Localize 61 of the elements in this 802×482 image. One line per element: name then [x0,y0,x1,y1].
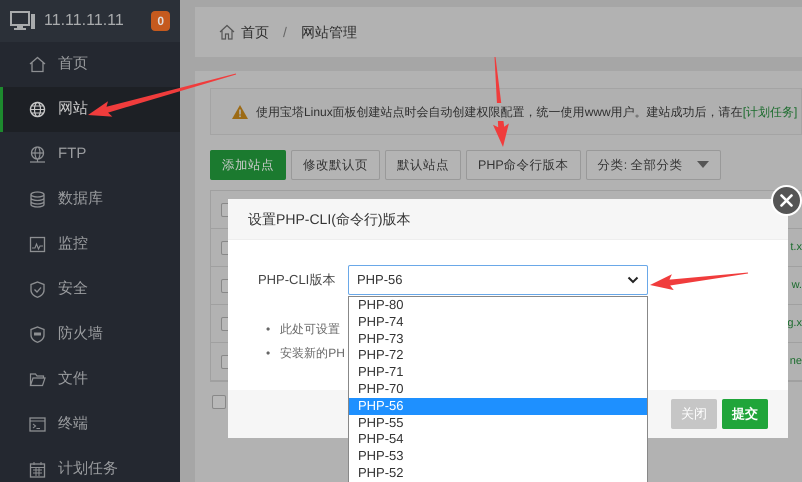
breadcrumb-separator: / [283,22,287,42]
toolbar-button[interactable]: 默认站点 [385,150,461,180]
sidebar-item[interactable]: FTP [0,132,180,177]
toolbar-button[interactable]: 修改默认页 [291,150,380,180]
field-label: PHP-CLI版本 [258,271,336,290]
dropdown-option[interactable]: PHP-70 [349,380,647,398]
shield-icon [29,326,46,343]
table-cell-text: w. [792,278,802,294]
dropdown-option[interactable]: PHP-56 [349,398,647,415]
dropdown-option[interactable]: PHP-73 [349,330,647,348]
dropdown-option[interactable]: PHP-53 [349,448,647,465]
sidebar-item[interactable]: 计划任务 [0,447,180,482]
calendar-icon [29,461,46,478]
dropdown-option[interactable]: PHP-71 [349,364,647,381]
database-icon [29,191,46,208]
terminal-icon [29,416,46,433]
shield-icon [29,281,46,298]
dialog-title: 设置PHP-CLI(命令行)版本 [248,210,411,229]
breadcrumb-link[interactable]: 首页 [241,22,269,42]
globe-icon [29,146,46,163]
sidebar-item[interactable]: 网站 [0,87,180,132]
notice-text: 使用宝塔Linux面板创建站点时会自动创建权限配置，统一使用www用户。建站成功后，请在[计划任务] [256,102,798,120]
dropdown-option[interactable]: PHP-55 [349,414,647,432]
chart-icon [29,236,46,253]
dropdown-option[interactable]: PHP-52 [349,464,647,482]
version-select[interactable]: PHP-56 [348,265,648,295]
sidebar-item[interactable]: 监控 [0,222,180,267]
notification-count[interactable]: 0 [151,11,170,31]
select-all-checkbox[interactable] [212,395,226,409]
table-cell-text: ne [790,354,802,370]
sidebar-item[interactable]: 防火墙 [0,312,180,357]
sidebar-item[interactable]: 文件 [0,357,180,402]
category-dropdown[interactable]: 分类: 全部分类 [586,150,721,180]
chevron-icon [627,276,639,284]
sidebar-item[interactable]: 数据库 [0,177,180,222]
table-cell-text: t.x [790,240,802,256]
folder-icon [29,371,46,388]
home-icon [29,56,46,73]
bullet-mark: • [266,321,270,338]
home-icon [219,24,235,40]
table-cell-text: g.x [787,316,802,332]
note-text: 此处可设置 [280,321,340,338]
dropdown-option[interactable]: PHP-74 [349,314,647,331]
breadcrumb-current: 网站管理 [300,22,357,42]
caret-icon [696,161,709,169]
dropdown-option[interactable]: PHP-54 [349,431,647,448]
sidebar-item[interactable]: 安全 [0,267,180,312]
bullet-mark: • [266,345,270,362]
server-address: 11.11.11.11 [44,11,125,31]
toolbar-button[interactable]: PHP命令行版本 [466,150,581,180]
sidebar-item[interactable]: 终端 [0,402,180,447]
dropdown-option[interactable]: PHP-80 [349,297,647,314]
warning-icon [232,104,248,118]
submit-button[interactable]: 提交 [722,399,768,429]
add-button[interactable]: 添加站点 [210,150,286,180]
close-icon [780,194,793,207]
dropdown-option[interactable]: PHP-72 [349,347,647,364]
globe-icon [29,101,46,118]
note-text: 安装新的PH [280,345,345,362]
computer-icon [10,11,36,31]
sidebar-item[interactable]: 首页 [0,42,180,87]
